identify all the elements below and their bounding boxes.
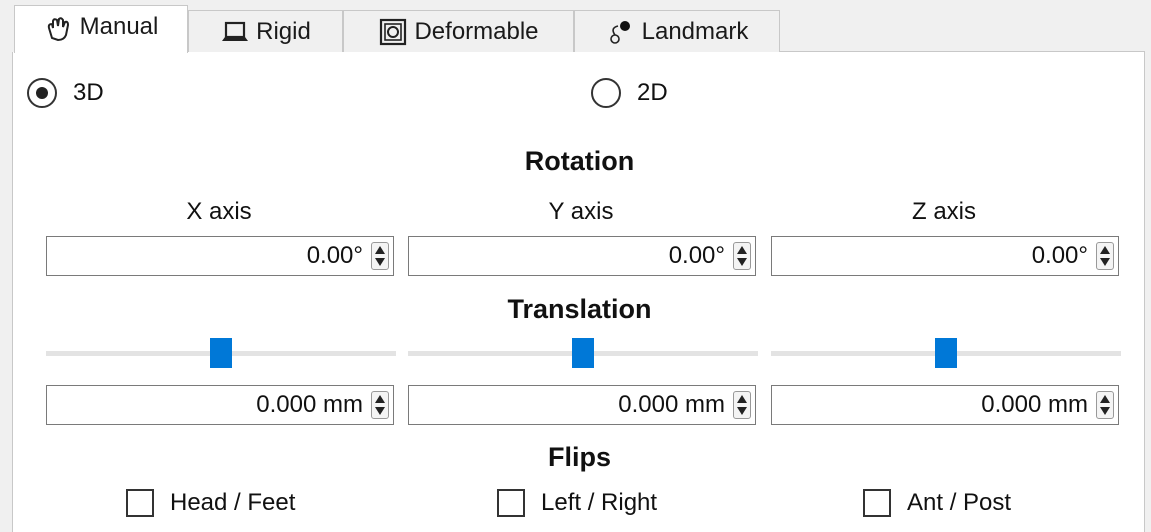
tab-deformable[interactable]: Deformable [343, 10, 574, 52]
spinbox-value: 0.000 mm [618, 391, 725, 418]
flip-ant-post-checkbox[interactable]: Ant / Post [863, 489, 1011, 517]
translation-y-slider[interactable] [408, 338, 758, 368]
checkbox-box [126, 489, 154, 517]
landmark-icon [606, 18, 636, 46]
radio-label: 3D [73, 79, 104, 106]
rotation-x-spinbox[interactable]: 0.00° [46, 236, 394, 276]
rotation-title: Rotation [524, 146, 635, 176]
manual-panel: 3D 2D Rotation X axis Y axis Z axis 0.00… [12, 52, 1145, 532]
spin-arrows-icon[interactable] [1096, 242, 1114, 270]
radio-2d[interactable]: 2D [591, 78, 668, 108]
checkbox-box [497, 489, 525, 517]
tab-bar: Manual Rigid Deformable Landmark [0, 0, 1151, 53]
z-axis-label: Z axis [911, 198, 976, 225]
spinbox-value: 0.00° [306, 242, 363, 269]
spinbox-value: 0.00° [1031, 242, 1088, 269]
tab-label: Rigid [256, 17, 311, 45]
rotation-y-spinbox[interactable]: 0.00° [408, 236, 756, 276]
translation-title: Translation [507, 294, 652, 324]
flips-title: Flips [547, 442, 611, 472]
slider-thumb[interactable] [210, 338, 232, 368]
flip-left-right-checkbox[interactable]: Left / Right [497, 489, 657, 517]
rotation-z-spinbox[interactable]: 0.00° [771, 236, 1119, 276]
spinbox-value: 0.000 mm [256, 391, 363, 418]
y-axis-label: Y axis [548, 198, 614, 225]
tab-manual[interactable]: Manual [14, 5, 188, 53]
translation-x-spinbox[interactable]: 0.000 mm [46, 385, 394, 425]
translation-x-slider[interactable] [46, 338, 396, 368]
tab-label: Deformable [414, 17, 539, 45]
spin-arrows-icon[interactable] [371, 391, 389, 419]
flip-head-feet-checkbox[interactable]: Head / Feet [126, 489, 295, 517]
checkbox-box [863, 489, 891, 517]
slider-thumb[interactable] [572, 338, 594, 368]
translation-y-spinbox[interactable]: 0.000 mm [408, 385, 756, 425]
spin-arrows-icon[interactable] [733, 242, 751, 270]
translation-z-spinbox[interactable]: 0.000 mm [771, 385, 1119, 425]
spinbox-value: 0.00° [668, 242, 725, 269]
translation-z-slider[interactable] [771, 338, 1121, 368]
tab-label: Landmark [641, 17, 749, 45]
hand-icon [44, 16, 74, 44]
checkbox-label: Left / Right [541, 489, 658, 516]
slider-thumb[interactable] [935, 338, 957, 368]
spin-arrows-icon[interactable] [733, 391, 751, 419]
radio-circle [591, 78, 621, 108]
tab-label: Manual [79, 12, 159, 40]
spin-arrows-icon[interactable] [1096, 391, 1114, 419]
spin-arrows-icon[interactable] [371, 242, 389, 270]
x-axis-label: X axis [186, 198, 252, 225]
tab-landmark[interactable]: Landmark [574, 10, 780, 52]
tab-rigid[interactable]: Rigid [188, 10, 343, 52]
checkbox-label: Ant / Post [907, 489, 1012, 516]
checkbox-label: Head / Feet [170, 489, 296, 516]
spinbox-value: 0.000 mm [981, 391, 1088, 418]
laptop-icon [220, 18, 250, 46]
radio-circle [27, 78, 57, 108]
deformable-icon [378, 18, 408, 46]
radio-label: 2D [637, 79, 668, 106]
radio-dot [36, 87, 48, 99]
radio-3d[interactable]: 3D [27, 78, 104, 108]
